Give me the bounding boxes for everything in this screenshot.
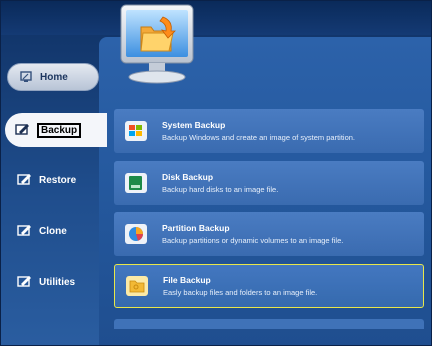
sidebar: Home Backup Restore Clone Utilities [1,1,107,345]
monitor-folder-icon [120,4,194,84]
backup-icon [15,122,31,138]
card-description: Backup partitions or dynamic volumes to … [162,236,344,245]
card-description: Easly backup files and folders to an ima… [163,288,318,297]
card-title: Disk Backup [162,172,214,182]
card-title: Partition Backup [162,223,230,233]
file-backup-card[interactable]: File Backup Easly backup files and folde… [114,264,424,308]
card-title: System Backup [162,120,226,130]
windows-logo-icon [124,119,148,143]
system-backup-card[interactable]: System Backup Backup Windows and create … [114,109,424,153]
sidebar-item-backup[interactable]: Backup [5,113,107,147]
disk-icon [124,171,148,195]
home-icon [18,69,34,85]
backup-app-window: Home Backup Restore Clone Utilities Syst… [0,0,432,346]
folder-icon [125,274,149,298]
sidebar-item-home[interactable]: Home [7,63,99,91]
partition-pie-icon [124,222,148,246]
sidebar-item-label: Clone [39,225,67,237]
sidebar-item-clone[interactable]: Clone [7,218,99,244]
sidebar-item-label: Utilities [39,276,76,288]
partition-backup-card[interactable]: Partition Backup Backup partitions or dy… [114,212,424,256]
sidebar-item-label: Home [40,71,68,83]
card-description: Backup hard disks to an image file. [162,185,279,194]
card-title: File Backup [163,275,211,285]
sidebar-item-label: Backup [37,122,82,138]
sidebar-item-utilities[interactable]: Utilities [7,269,99,295]
sidebar-item-label: Restore [39,174,77,186]
disk-backup-card[interactable]: Disk Backup Backup hard disks to an imag… [114,161,424,205]
restore-icon [17,172,33,188]
card-description: Backup Windows and create an image of sy… [162,133,356,142]
clone-icon [17,223,33,239]
utilities-icon [17,274,33,290]
next-card-partial[interactable] [114,319,424,329]
sidebar-item-restore[interactable]: Restore [7,167,99,193]
